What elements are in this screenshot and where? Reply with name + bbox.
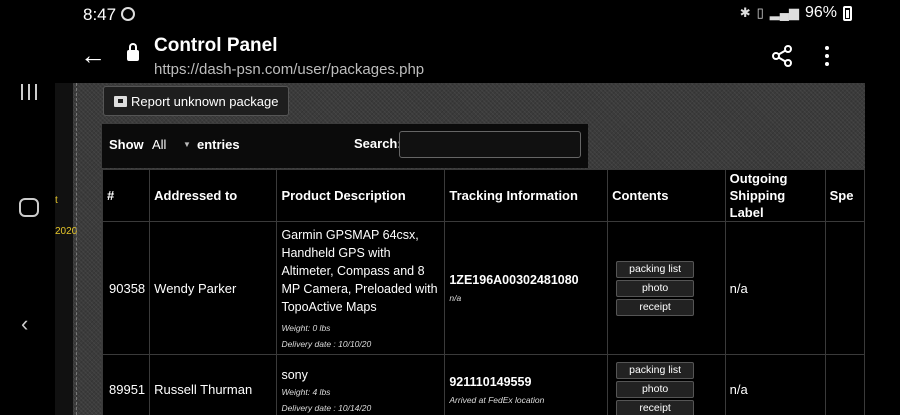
back-arrow-icon[interactable]: ← [80, 42, 106, 68]
table-row: 89951 Russell Thurman sony Weight: 4 lbs… [101, 354, 865, 415]
photo-button[interactable]: photo [616, 381, 695, 398]
recent-apps-icon[interactable] [20, 84, 38, 100]
signal-icon: ▂▄▆ [769, 5, 799, 20]
package-id: 89951 [101, 354, 151, 415]
delivery-date: Delivery date : 10/10/20 [281, 339, 372, 349]
contents-cell: packing list photo receipt [607, 354, 726, 415]
phone-screen: 8:47 ✱ ▯ ▂▄▆ 96% ← Control Panel https:/… [0, 0, 900, 415]
column-header-special[interactable]: Spe [824, 169, 865, 222]
page-title: Control Panel [154, 35, 278, 56]
more-options-icon[interactable] [822, 44, 832, 68]
notification-icon [121, 7, 135, 21]
packing-list-button[interactable]: packing list [616, 362, 695, 379]
special-cell [824, 221, 865, 355]
vibrate-icon: ▯ [756, 5, 764, 20]
show-label: Show [109, 137, 144, 152]
tracking-info: 921110149559 Arrived at FedEx location [444, 354, 609, 415]
column-header-description[interactable]: Product Description [276, 169, 446, 222]
package-icon [114, 95, 127, 107]
tracking-status: n/a [449, 293, 462, 303]
table-header-row: # Addressed to Product Description Track… [101, 169, 865, 222]
tracking-number: 921110149559 [449, 374, 532, 389]
entries-label: entries [197, 137, 240, 152]
column-header-addressed-to[interactable]: Addressed to [149, 169, 278, 222]
chevron-down-icon[interactable]: ▼ [183, 140, 191, 149]
tracking-number: 1ZE196A00302481080 [449, 273, 579, 287]
receipt-button[interactable]: receipt [616, 298, 695, 316]
column-header-id[interactable]: # [101, 169, 151, 222]
product-weight: Weight: 4 lbs [281, 386, 331, 397]
product-name: Garmin GPSMAP 64csx, Handheld GPS with A… [281, 228, 438, 314]
table-row: 90358 Wendy Parker Garmin GPSMAP 64csx, … [101, 221, 865, 355]
column-header-shipping-label[interactable]: Outgoing Shipping Label [724, 169, 826, 222]
product-description: sony Weight: 4 lbs Delivery date : 10/14… [276, 354, 446, 415]
photo-button[interactable]: photo [616, 279, 695, 297]
recipient-name: Wendy Parker [149, 221, 278, 355]
search-label: Search: [354, 136, 402, 151]
package-id: 90358 [101, 221, 151, 355]
bluetooth-icon: ✱ [739, 5, 751, 20]
shipping-label: n/a [724, 221, 826, 355]
tracking-status: Arrived at FedEx location [449, 394, 545, 405]
web-content: t 2020 Report unknown package Show All ▼… [55, 83, 865, 415]
delivery-date: Delivery date : 10/14/20 [281, 402, 372, 413]
product-description: Garmin GPSMAP 64csx, Handheld GPS with A… [276, 221, 446, 355]
packing-list-button[interactable]: packing list [616, 260, 695, 278]
divider [76, 83, 77, 415]
status-time: 8:47 [83, 5, 117, 24]
product-name: sony [281, 367, 308, 382]
receipt-button[interactable]: receipt [616, 400, 695, 415]
nav-back-icon[interactable]: ‹ [21, 313, 28, 335]
packages-table: # Addressed to Product Description Track… [101, 169, 865, 415]
recipient-name: Russell Thurman [149, 354, 278, 415]
side-panel-year: 2020 [55, 226, 78, 237]
url-text[interactable]: https://dash-psn.com/user/packages.php [154, 61, 424, 78]
status-icons: ✱ ▯ ▂▄▆ 96% [740, 4, 852, 22]
left-side-panel [55, 83, 73, 415]
product-weight: Weight: 0 lbs [281, 323, 331, 333]
table-controls: Show All ▼ entries Search: [102, 124, 588, 168]
shipping-label: n/a [724, 354, 826, 415]
contents-cell: packing list photo receipt [607, 221, 726, 355]
battery-icon [843, 5, 852, 21]
side-panel-text: t [55, 195, 58, 206]
column-header-contents[interactable]: Contents [607, 169, 726, 222]
share-icon[interactable] [770, 44, 794, 68]
tracking-info: 1ZE196A00302481080 n/a [444, 221, 609, 355]
search-input[interactable] [399, 131, 581, 158]
status-bar: 8:47 ✱ ▯ ▂▄▆ 96% [0, 0, 900, 30]
report-unknown-package-button[interactable]: Report unknown package [103, 86, 290, 116]
special-cell [824, 354, 865, 415]
lock-icon [127, 43, 139, 61]
report-button-label: Report unknown package [131, 93, 279, 109]
home-icon[interactable] [19, 198, 39, 217]
battery-percent: 96% [804, 4, 837, 21]
column-header-tracking[interactable]: Tracking Information [444, 169, 609, 222]
